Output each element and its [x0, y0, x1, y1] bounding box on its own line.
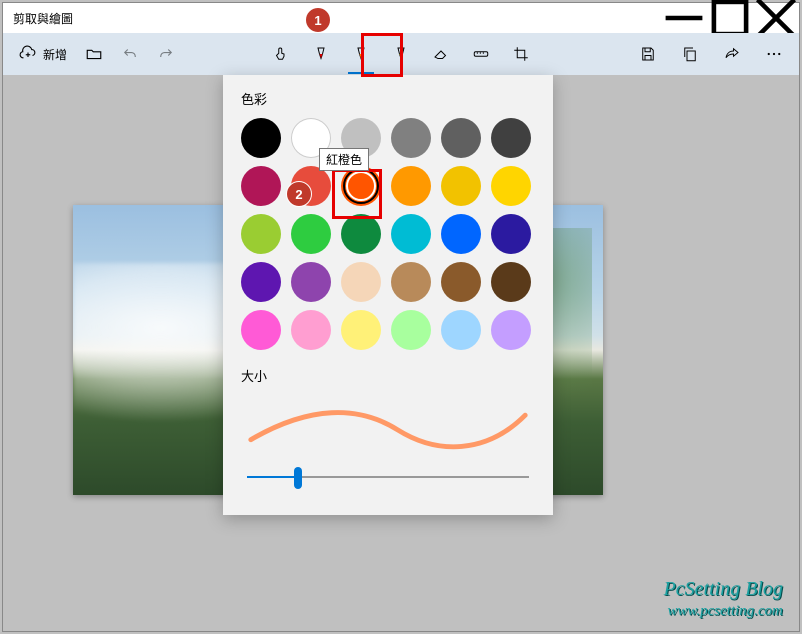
color-section-label: 色彩 [241, 89, 535, 108]
color-swatch[interactable] [491, 118, 531, 158]
slider-track [247, 476, 529, 478]
open-button[interactable] [77, 37, 111, 71]
color-swatch[interactable] [291, 214, 331, 254]
titlebar: 剪取與繪圖 [3, 3, 799, 33]
copy-icon [681, 45, 699, 63]
redo-button[interactable] [149, 37, 183, 71]
cloud-plus-icon [19, 45, 37, 63]
window-controls [661, 3, 799, 33]
new-label: 新增 [43, 46, 67, 63]
share-icon [723, 45, 741, 63]
color-swatch[interactable] [391, 310, 431, 350]
watermark-title: PcSetting Blog [664, 576, 783, 602]
color-swatch[interactable] [491, 262, 531, 302]
minimize-button[interactable] [661, 3, 707, 33]
color-swatch[interactable] [441, 118, 481, 158]
watermark: PcSetting Blog www.pcsetting.com [664, 576, 783, 622]
color-swatch[interactable] [491, 310, 531, 350]
color-swatch-grid [241, 118, 535, 350]
highlighter-button[interactable] [384, 37, 418, 71]
color-swatch[interactable] [291, 310, 331, 350]
pen-red-icon [312, 45, 330, 63]
undo-button[interactable] [113, 37, 147, 71]
color-swatch[interactable] [441, 166, 481, 206]
color-swatch[interactable] [291, 262, 331, 302]
window-title: 剪取與繪圖 [13, 10, 73, 27]
color-swatch[interactable] [241, 118, 281, 158]
color-swatch[interactable] [241, 262, 281, 302]
color-swatch[interactable] [441, 310, 481, 350]
size-slider[interactable] [241, 465, 535, 489]
color-swatch[interactable] [341, 310, 381, 350]
watermark-url: www.pcsetting.com [664, 602, 783, 622]
color-swatch[interactable] [241, 310, 281, 350]
undo-icon [121, 45, 139, 63]
color-swatch[interactable] [391, 118, 431, 158]
more-button[interactable] [757, 37, 791, 71]
callout-2: 2 [286, 181, 312, 207]
color-swatch[interactable] [491, 166, 531, 206]
color-swatch[interactable] [441, 214, 481, 254]
color-swatch[interactable] [241, 166, 281, 206]
color-swatch[interactable] [491, 214, 531, 254]
pencil-button[interactable] [344, 37, 378, 71]
slider-thumb[interactable] [294, 467, 302, 489]
app-window: 剪取與繪圖 新增 [2, 2, 800, 632]
pencil-orange-icon [352, 45, 370, 63]
color-swatch[interactable] [341, 262, 381, 302]
copy-button[interactable] [673, 37, 707, 71]
toolbar: 新增 [3, 33, 799, 75]
ballpoint-pen-button[interactable] [304, 37, 338, 71]
touch-writing-button[interactable] [264, 37, 298, 71]
color-swatch[interactable] [441, 262, 481, 302]
color-swatch[interactable] [391, 166, 431, 206]
save-icon [639, 45, 657, 63]
new-button[interactable]: 新增 [11, 37, 75, 71]
close-button[interactable] [753, 3, 799, 33]
ruler-button[interactable] [464, 37, 498, 71]
callout-1: 1 [305, 7, 331, 33]
folder-icon [85, 45, 103, 63]
color-swatch[interactable] [391, 214, 431, 254]
ellipsis-icon [765, 45, 783, 63]
color-swatch[interactable] [341, 214, 381, 254]
crop-button[interactable] [504, 37, 538, 71]
slider-fill [247, 476, 298, 478]
size-section-label: 大小 [241, 366, 535, 385]
color-tooltip: 紅橙色 [319, 148, 369, 171]
color-swatch[interactable] [341, 166, 381, 206]
save-button[interactable] [631, 37, 665, 71]
touch-icon [272, 45, 290, 63]
crop-icon [512, 45, 530, 63]
color-swatch[interactable] [241, 214, 281, 254]
eraser-button[interactable] [424, 37, 458, 71]
redo-icon [157, 45, 175, 63]
size-preview [241, 395, 535, 455]
ruler-icon [472, 45, 490, 63]
highlighter-icon [392, 45, 410, 63]
maximize-button[interactable] [707, 3, 753, 33]
share-button[interactable] [715, 37, 749, 71]
eraser-icon [432, 45, 450, 63]
pen-settings-panel: 色彩 大小 [223, 75, 553, 515]
color-swatch[interactable] [391, 262, 431, 302]
